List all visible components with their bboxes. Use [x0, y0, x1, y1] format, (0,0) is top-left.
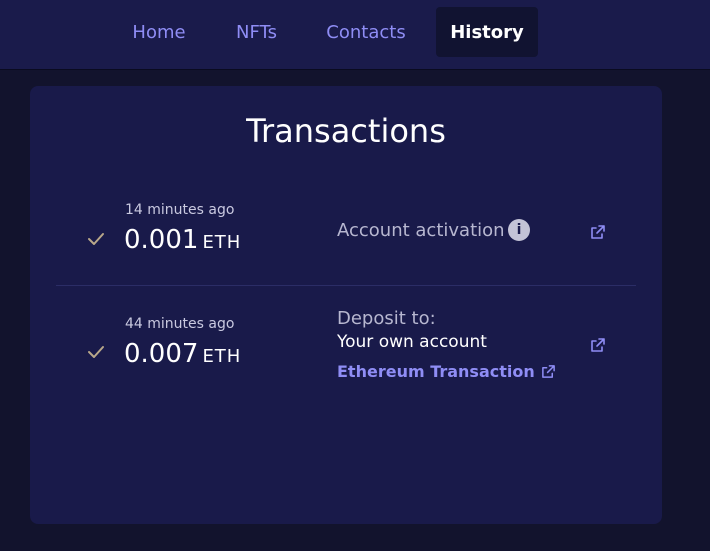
transaction-time: 44 minutes ago [125, 316, 235, 332]
external-link-icon[interactable] [590, 337, 606, 353]
tab-home[interactable]: Home [117, 7, 201, 57]
ethereum-transaction-link[interactable]: Ethereum Transaction [337, 362, 556, 381]
tab-history[interactable]: History [436, 7, 538, 57]
transaction-description: Account activation [337, 220, 505, 241]
amount-value: 0.007 [124, 339, 199, 369]
external-link-icon [541, 365, 555, 378]
transaction-time: 14 minutes ago [125, 202, 235, 218]
deposit-target: Your own account [337, 332, 487, 352]
amount-unit: ETH [202, 232, 242, 253]
page-title: Transactions [246, 112, 446, 150]
tab-contacts[interactable]: Contacts [312, 7, 420, 57]
transaction-amount: 0.007 ETH [124, 339, 241, 369]
top-nav-bar: Home NFTs Contacts History [0, 0, 710, 70]
amount-unit: ETH [202, 346, 242, 367]
info-icon[interactable]: i [508, 219, 530, 241]
amount-value: 0.001 [124, 225, 199, 255]
row-divider [56, 285, 636, 286]
tab-nfts[interactable]: NFTs [219, 7, 294, 57]
transaction-description: Deposit to: [337, 308, 436, 329]
transaction-amount: 0.001 ETH [124, 225, 241, 255]
check-icon [88, 346, 104, 358]
transactions-card: Transactions 14 minutes ago 0.001 ETH Acc… [30, 86, 662, 524]
check-icon [88, 233, 104, 245]
external-link-icon[interactable] [590, 224, 606, 240]
link-label: Ethereum Transaction [337, 362, 535, 381]
